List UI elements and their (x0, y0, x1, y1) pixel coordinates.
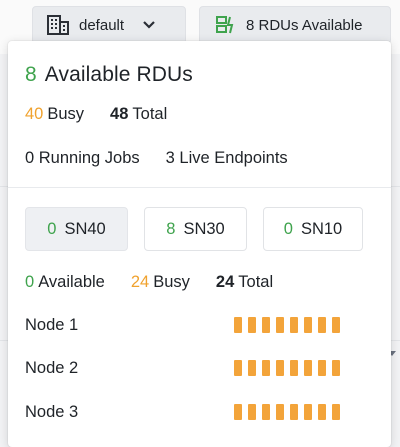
building-icon (47, 15, 69, 35)
chip-count: 0 (283, 219, 293, 238)
rdu-busy-bar (332, 317, 340, 333)
selected-busy-label: Busy (153, 273, 190, 291)
node-1-bars (234, 317, 340, 333)
chip-label: SN30 (183, 219, 225, 238)
rdus-available-button[interactable]: 8 RDUs Available (199, 6, 391, 44)
rdu-busy-bar (248, 404, 256, 420)
rdu-busy-bar (318, 317, 326, 333)
rdu-busy-bar (290, 360, 298, 376)
divider (8, 187, 391, 188)
chip-label: SN40 (64, 219, 106, 238)
rdu-busy-bar (276, 404, 284, 420)
chip-count: 0 (47, 219, 57, 238)
total-label: Total (132, 105, 168, 123)
jobs-summary: 0 Running Jobs 3 Live Endpoints (25, 149, 288, 168)
rdu-busy-bar (304, 360, 312, 376)
rdu-busy-bar (318, 360, 326, 376)
available-rdu-title: Available RDUs (44, 63, 193, 86)
workspace-selector[interactable]: default (32, 6, 186, 44)
node-label-2: Node 2 (25, 359, 79, 377)
rdu-busy-bar (234, 360, 242, 376)
rdus-available-label: 8 RDUs Available (246, 16, 363, 34)
rdu-busy-bar (276, 317, 284, 333)
selected-total-count: 24 (215, 273, 235, 291)
selected-busy-count: 24 (130, 273, 150, 291)
rdu-busy-bar (276, 360, 284, 376)
rdu-busy-bar (290, 404, 298, 420)
rdu-busy-bar (262, 317, 270, 333)
selected-available-count: 0 (25, 273, 35, 291)
rdu-popover: 8 Available RDUs 40 Busy 48 Total 0 Running… (8, 41, 391, 447)
available-rdu-count: 8 (25, 63, 37, 86)
selected-stats: 0 Available 24 Busy 24 Total (25, 273, 273, 292)
chevron-down-icon (142, 20, 156, 30)
running-jobs: 0 Running Jobs (25, 149, 140, 167)
rdu-busy-bar (234, 317, 242, 333)
selected-total-label: Total (238, 273, 274, 291)
rdu-busy-bar (332, 360, 340, 376)
rdu-busy-bar (262, 404, 270, 420)
busy-count: 40 (25, 105, 44, 123)
chip-sn10[interactable]: 0 SN10 (263, 207, 363, 251)
busy-label: Busy (47, 105, 85, 123)
rdu-busy-bar (318, 404, 326, 420)
rdu-busy-bar (262, 360, 270, 376)
rdu-busy-bar (304, 317, 312, 333)
live-endpoints: 3 Live Endpoints (165, 149, 288, 167)
chip-label: SN10 (300, 219, 343, 238)
rdu-status-icon (216, 16, 236, 34)
node-2-bars (234, 360, 340, 376)
workspace-label: default (79, 16, 125, 34)
node-label-3: Node 3 (25, 403, 79, 421)
node-3-bars (234, 404, 340, 420)
total-count: 48 (110, 105, 129, 123)
rdu-summary: 40 Busy 48 Total (25, 105, 167, 124)
node-label-1: Node 1 (25, 316, 79, 334)
rdu-busy-bar (332, 404, 340, 420)
chip-sn30[interactable]: 8 SN30 (144, 207, 247, 251)
rdu-busy-bar (248, 317, 256, 333)
selected-available-label: Available (38, 273, 105, 291)
popover-title: 8 Available RDUs (25, 63, 193, 87)
rdu-busy-bar (234, 404, 242, 420)
rdu-busy-bar (290, 317, 298, 333)
chip-count: 8 (166, 219, 176, 238)
chip-sn40[interactable]: 0 SN40 (25, 207, 128, 251)
rdu-busy-bar (304, 404, 312, 420)
rdu-busy-bar (248, 360, 256, 376)
